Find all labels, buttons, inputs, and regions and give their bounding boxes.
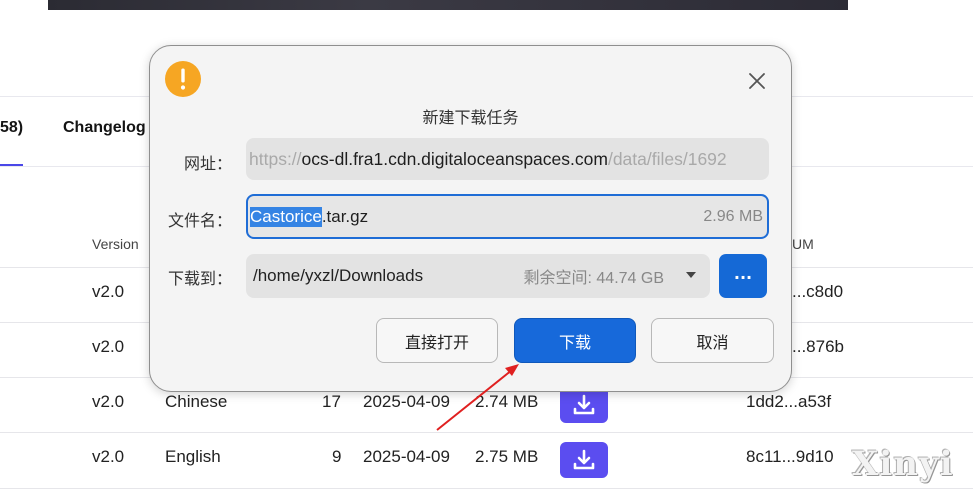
open-directly-button[interactable]: 直接打开 — [376, 318, 498, 363]
chevron-down-icon — [686, 272, 696, 278]
download-file-button[interactable] — [560, 387, 608, 423]
row-version: v2.0 — [92, 392, 125, 411]
row-count: 9 — [332, 447, 342, 466]
url-path: /data/files/1692 — [607, 148, 727, 169]
row-date: 2025-04-09 — [363, 447, 450, 466]
row-version: v2.0 — [92, 447, 125, 466]
row-language: English — [165, 447, 221, 466]
url-prefix: https:// — [249, 148, 302, 169]
cancel-button[interactable]: 取消 — [651, 318, 774, 363]
row-checksum: ...876b — [792, 337, 844, 356]
row-count: 17 — [322, 392, 341, 411]
close-icon — [749, 73, 765, 89]
column-header-fragment: ) — [0, 236, 1, 252]
filename-label: 文件名： — [167, 211, 232, 230]
row-size: 2.74 MB — [475, 392, 539, 411]
free-space: 剩余空间: 44.74 GB — [523, 270, 665, 287]
row-date: 2025-04-09 — [363, 392, 450, 411]
row-divider — [0, 432, 973, 433]
save-path-select[interactable]: /home/yxzl/Downloads 剩余空间: 44.74 GB — [246, 254, 710, 298]
row-checksum: 8c11...9d10 — [746, 447, 834, 466]
column-header-checksum: UM — [792, 236, 814, 252]
download-icon — [573, 394, 595, 415]
url-field[interactable]: https://ocs-dl.fra1.cdn.digitaloceanspac… — [246, 138, 769, 180]
download-button[interactable]: 下载 — [514, 318, 636, 363]
url-host: ocs-dl.fra1.cdn.digitaloceanspaces.com — [301, 148, 608, 169]
filename-extension: .tar.gz — [321, 206, 369, 226]
saveto-label: 下载到： — [167, 269, 232, 288]
url-label: 网址： — [183, 154, 232, 173]
download-icon — [573, 449, 595, 470]
row-version: v2.0 — [92, 282, 125, 301]
browse-button[interactable]: ... — [719, 254, 767, 298]
row-language: Chinese — [165, 392, 228, 411]
file-size: 2.96 MB — [703, 207, 763, 225]
filename-input[interactable]: Castorice .tar.gz 2.96 MB — [246, 194, 769, 239]
save-path: /home/yxzl/Downloads — [253, 266, 424, 285]
column-header-version: Version — [92, 236, 139, 252]
tab-changelog[interactable]: Changelog — [63, 119, 146, 137]
row-divider — [0, 488, 973, 489]
warning-icon — [165, 61, 201, 97]
download-file-button[interactable] — [560, 442, 608, 478]
filename-selection: Castorice — [250, 206, 322, 227]
row-checksum: ...c8d0 — [792, 282, 844, 301]
new-download-dialog: 新建下载任务 网址： https://ocs-dl.fra1.cdn.digit… — [149, 45, 792, 392]
row-version: v2.0 — [92, 337, 125, 356]
banner-image — [48, 0, 848, 10]
row-checksum: 1dd2...a53f — [746, 392, 832, 411]
tab-count[interactable]: 58) — [0, 119, 23, 137]
watermark: Xinyi — [852, 444, 954, 484]
close-button[interactable] — [746, 70, 768, 92]
row-size: 2.75 MB — [475, 447, 539, 466]
dialog-title: 新建下载任务 — [422, 108, 519, 127]
